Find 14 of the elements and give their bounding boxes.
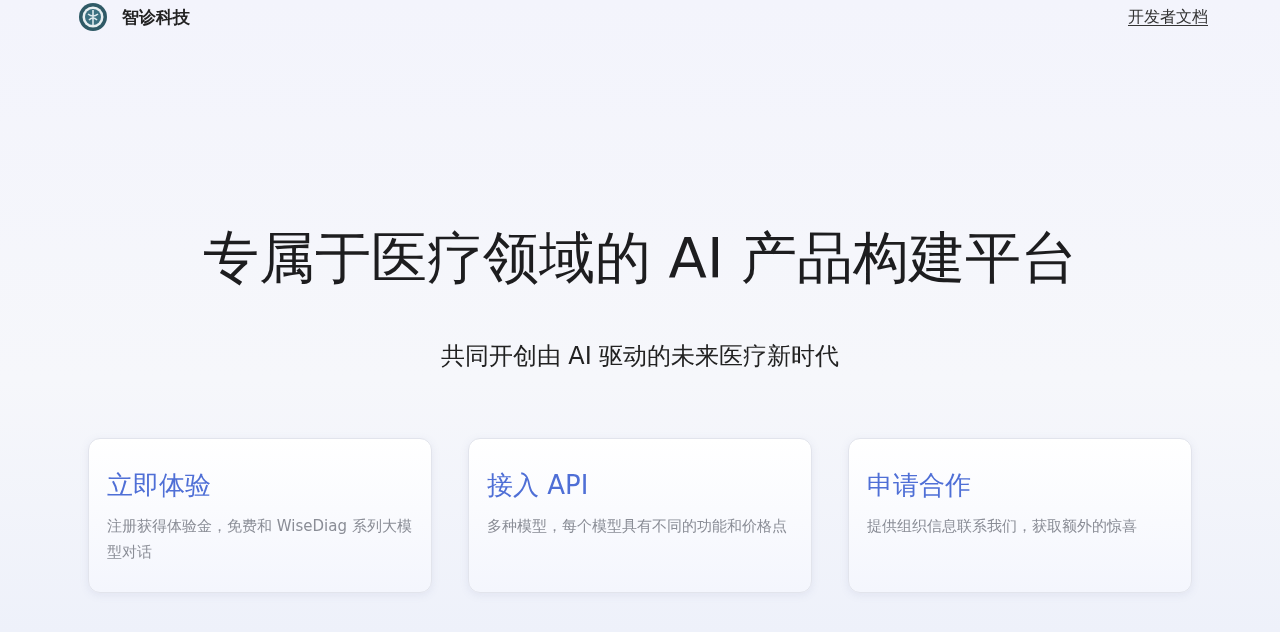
- feature-card[interactable]: 接入 API 多种模型，每个模型具有不同的功能和价格点: [468, 438, 812, 593]
- feature-card[interactable]: 立即体验 注册获得体验金，免费和 WiseDiag 系列大模型对话: [88, 438, 432, 593]
- logo-icon: [78, 2, 108, 32]
- hero-title: 专属于医疗领域的 AI 产品构建平台: [201, 224, 1079, 292]
- card-title: 接入 API: [487, 469, 590, 502]
- brand-name: 智诊科技: [122, 5, 190, 29]
- card-description: 多种模型，每个模型具有不同的功能和价格点: [487, 516, 788, 537]
- hero-subtitle: 共同开创由 AI 驱动的未来医疗新时代: [439, 341, 841, 372]
- card-description: 提供组织信息联系我们，获取额外的惊喜: [867, 516, 1138, 537]
- card-title: 立即体验: [107, 469, 212, 502]
- developer-docs-link[interactable]: 开发者文档: [1128, 6, 1208, 28]
- feature-card[interactable]: 申请合作 提供组织信息联系我们，获取额外的惊喜: [848, 438, 1192, 593]
- card-title: 申请合作: [867, 469, 972, 502]
- card-description: 注册获得体验金，免费和 WiseDiag 系列大模型对话: [107, 516, 413, 563]
